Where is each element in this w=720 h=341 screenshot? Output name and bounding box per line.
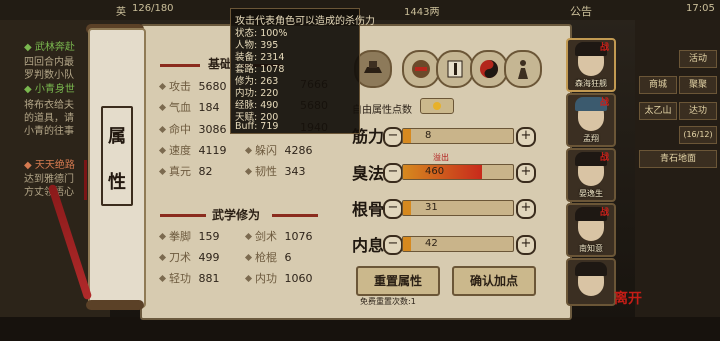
battle-icon: 战: [600, 208, 610, 218]
reset-attributes-button[interactable]: 重置属性: [356, 266, 440, 296]
terrain-button[interactable]: 青石地面: [639, 150, 717, 168]
section-ornament-left: [160, 64, 200, 67]
book-equip-icon[interactable]: [436, 50, 474, 88]
overflow-label: 溢出: [433, 153, 449, 162]
attr-agility-label: 臭法: [352, 164, 385, 183]
strength-bar[interactable]: 8: [402, 128, 514, 144]
quest-line: 罗判数小队: [24, 70, 74, 81]
progress-count: 126/180: [132, 3, 174, 14]
stat-speed[interactable]: 速度 4119: [158, 142, 227, 158]
breath-minus-button[interactable]: −: [383, 235, 403, 255]
section-ornament-right: [272, 214, 318, 217]
agility-plus-button[interactable]: +: [516, 163, 536, 183]
constitution-value: 31: [425, 202, 438, 213]
constitution-plus-button[interactable]: +: [516, 199, 536, 219]
constitution-minus-button[interactable]: −: [383, 199, 403, 219]
battle-icon: 战: [600, 98, 610, 108]
strength-value: 8: [425, 130, 432, 141]
top-title: 英: [116, 7, 126, 18]
stat-sword[interactable]: 剑术 1076: [244, 228, 313, 244]
shop-button[interactable]: 商城: [639, 76, 677, 94]
breath-value: 42: [425, 238, 438, 249]
attack-tooltip: 攻击代表角色可以造成的杀伤力 状态: 100% 人物: 395 装备: 2314…: [230, 8, 375, 134]
leave-button[interactable]: 离开: [614, 288, 642, 308]
stat-attack[interactable]: 攻击 5680: [158, 78, 227, 94]
agility-value: 460: [425, 166, 445, 177]
quest-line: ◆ 武林奔赴: [24, 42, 75, 53]
location-label: 太乙山: [639, 102, 677, 120]
breath-bar[interactable]: 42: [402, 236, 514, 252]
battle-icon: 战: [600, 153, 610, 163]
section-ornament-left: [160, 214, 206, 217]
yinyang-equip-icon[interactable]: [470, 50, 508, 88]
tooltip-row: Buff: 719: [235, 121, 279, 132]
bottom-toolbar: [0, 317, 720, 341]
currency-amount: 1443两: [404, 7, 440, 18]
stat-fist[interactable]: 拳脚 159: [158, 228, 220, 244]
gather-button[interactable]: 聚聚: [679, 76, 717, 94]
attr-breath-label: 内息: [352, 236, 385, 255]
attr-constitution-label: 根骨: [352, 200, 385, 219]
meridian-figure-icon[interactable]: [504, 50, 542, 88]
scroll-title-char-1: 属: [108, 126, 126, 147]
side-menu: 活动 聚聚 商城 达功 太乙山 (16/12) 青石地面: [635, 20, 720, 320]
martial-section-title: 武学修为: [212, 208, 261, 222]
stat-inner-power[interactable]: 内功 1060: [244, 270, 313, 286]
stat-blade[interactable]: 刀术 499: [158, 249, 220, 265]
strength-plus-button[interactable]: +: [516, 127, 536, 147]
stat-toughness[interactable]: 韧性 343: [244, 163, 306, 179]
stat-true-essence[interactable]: 真元 82: [158, 163, 213, 179]
coin-icon: [433, 102, 441, 110]
confirm-points-button[interactable]: 确认加点: [452, 266, 536, 296]
agility-bar[interactable]: 460: [402, 164, 514, 180]
clock: 17:05: [686, 3, 715, 14]
skill-button[interactable]: 达功: [679, 102, 717, 120]
strength-minus-button[interactable]: −: [383, 127, 403, 147]
breath-plus-button[interactable]: +: [516, 235, 536, 255]
free-reset-count: 免费重置次数:1: [360, 297, 416, 306]
location-count: (16/12): [679, 126, 717, 144]
scroll-title-char-2: 性: [108, 172, 126, 193]
agility-minus-button[interactable]: −: [383, 163, 403, 183]
constitution-bar[interactable]: 31: [402, 200, 514, 216]
activity-button[interactable]: 活动: [679, 50, 717, 68]
quest-line: ◆ 小青身世: [24, 84, 75, 95]
stat-hit[interactable]: 命中 3086: [158, 121, 227, 137]
basic-section-title: 基础: [208, 57, 233, 71]
party-member-portrait[interactable]: [566, 258, 616, 306]
stat-hp[interactable]: 气血 184: [158, 99, 220, 115]
stat-lightness[interactable]: 轻功 881: [158, 270, 220, 286]
free-points-label: 自由属性点数: [352, 105, 412, 116]
notice-button[interactable]: 公告: [570, 3, 592, 19]
stat-spear[interactable]: 枪棍 6: [244, 249, 292, 265]
tassel-cord: [84, 160, 87, 200]
battle-icon: 战: [600, 43, 610, 53]
scroll-title: 属 性: [101, 106, 133, 206]
quest-line: ◆ 天天绝路: [24, 160, 75, 171]
stat-dodge[interactable]: 躲闪 4286: [244, 142, 313, 158]
free-points-indicator: [420, 98, 454, 114]
scroll-rod-bottom: [86, 300, 144, 310]
headband-equip-icon[interactable]: [402, 50, 440, 88]
quest-line: 小青的往事: [24, 126, 74, 137]
